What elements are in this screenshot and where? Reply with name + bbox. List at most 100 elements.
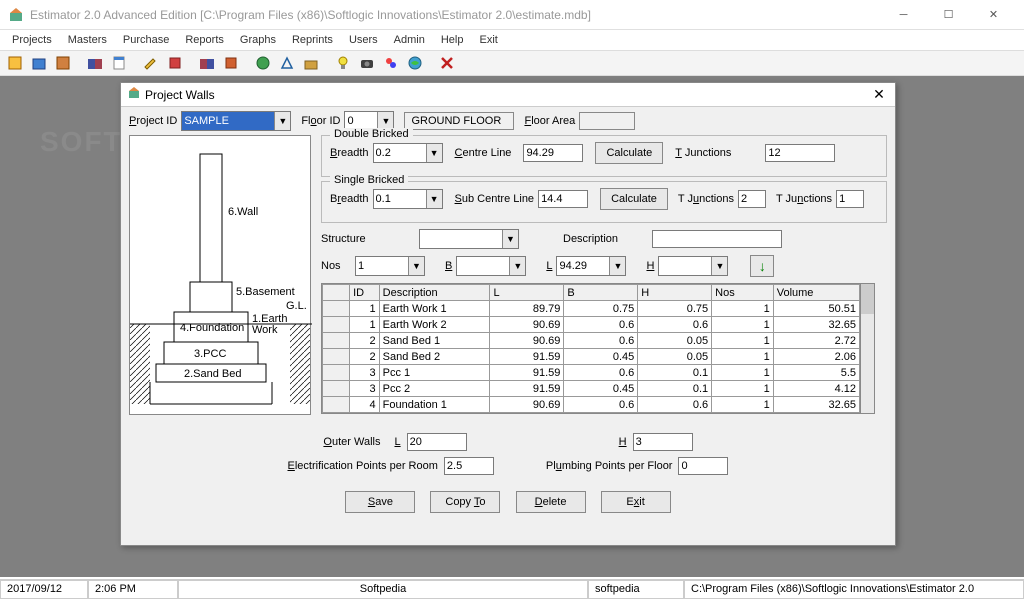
double-breadth-label: Breadth (330, 147, 369, 159)
floor-area-label: Floor Area (524, 115, 575, 127)
menu-exit[interactable]: Exit (471, 32, 505, 48)
tool-4[interactable] (84, 52, 106, 74)
project-id-dropdown-icon[interactable]: ▼ (274, 112, 290, 130)
chevron-down-icon[interactable]: ▼ (711, 257, 727, 275)
h-label: H (646, 260, 654, 272)
diagram-earth-label: 1.Earth Work (252, 314, 302, 336)
mdi-area: SOFTPEDIA Project Walls ✕ Project ID ▼ F… (0, 76, 1024, 577)
diagram-wall-label: 6.Wall (228, 206, 258, 218)
menubar: Projects Masters Purchase Reports Graphs… (0, 30, 1024, 50)
toolbar (0, 50, 1024, 76)
b-label: B (445, 260, 452, 272)
plumb-input[interactable] (678, 457, 728, 475)
tool-8[interactable] (196, 52, 218, 74)
menu-masters[interactable]: Masters (60, 32, 115, 48)
chevron-down-icon[interactable]: ▼ (408, 257, 424, 275)
diagram-pcc-label: 3.PCC (194, 348, 226, 360)
close-button[interactable]: ✕ (971, 1, 1016, 29)
project-id-input[interactable] (182, 112, 274, 130)
add-row-button[interactable]: ↓ (750, 255, 774, 277)
tool-11[interactable] (276, 52, 298, 74)
double-tjunc-input[interactable] (765, 144, 835, 162)
outer-walls-label: Outer Walls (323, 436, 380, 448)
project-walls-dialog: Project Walls ✕ Project ID ▼ Floor ID ▼ … (120, 82, 896, 546)
chevron-down-icon[interactable]: ▼ (426, 144, 442, 162)
nos-combo[interactable]: ▼ (355, 256, 425, 276)
project-id-combo[interactable]: ▼ (181, 111, 291, 131)
h-combo[interactable]: ▼ (658, 256, 728, 276)
tool-13[interactable] (332, 52, 354, 74)
tool-3[interactable] (52, 52, 74, 74)
double-bricked-group: Double Bricked Breadth ▼ Centre Line Cal… (321, 135, 887, 177)
plumb-label: Plumbing Points per Floor (546, 460, 673, 472)
status-path: C:\Program Files (x86)\Softlogic Innovat… (684, 580, 1024, 599)
double-legend: Double Bricked (330, 128, 413, 140)
outer-h-input[interactable] (633, 433, 693, 451)
menu-projects[interactable]: Projects (4, 32, 60, 48)
menu-admin[interactable]: Admin (386, 32, 433, 48)
single-legend: Single Bricked (330, 174, 408, 186)
tool-7[interactable] (164, 52, 186, 74)
single-sub-input[interactable] (538, 190, 588, 208)
status-org2: softpedia (588, 580, 684, 599)
tool-close[interactable] (436, 52, 458, 74)
status-org: Softpedia (178, 580, 588, 599)
tool-1[interactable] (4, 52, 26, 74)
tool-12[interactable] (300, 52, 322, 74)
single-tjunc1-input[interactable] (738, 190, 766, 208)
chevron-down-icon[interactable]: ▼ (426, 190, 442, 208)
menu-graphs[interactable]: Graphs (232, 32, 284, 48)
tool-2[interactable] (28, 52, 50, 74)
menu-reports[interactable]: Reports (177, 32, 232, 48)
single-breadth-label: Breadth (330, 193, 369, 205)
outer-l-input[interactable] (407, 433, 467, 451)
minimize-button[interactable]: ─ (881, 1, 926, 29)
l-label: L (546, 260, 552, 272)
single-bricked-group: Single Bricked Breadth ▼ Sub Centre Line… (321, 181, 887, 223)
chevron-down-icon[interactable]: ▼ (609, 257, 625, 275)
menu-users[interactable]: Users (341, 32, 386, 48)
l-combo[interactable]: ▼ (556, 256, 626, 276)
chevron-down-icon[interactable]: ▼ (502, 230, 518, 248)
description-input[interactable] (652, 230, 782, 248)
single-calculate-button[interactable]: Calculate (600, 188, 668, 210)
single-tjunc2-label: T Junctions (776, 193, 832, 205)
floor-name-display: GROUND FLOOR (404, 112, 514, 130)
tool-6[interactable] (140, 52, 162, 74)
copy-to-button[interactable]: Copy To (430, 491, 500, 513)
save-button[interactable]: Save (345, 491, 415, 513)
double-calculate-button[interactable]: Calculate (595, 142, 663, 164)
exit-button[interactable]: Exit (601, 491, 671, 513)
elec-input[interactable] (444, 457, 494, 475)
diagram-foundation-label: 4.Foundation (180, 322, 244, 334)
menu-help[interactable]: Help (433, 32, 472, 48)
tool-5[interactable] (108, 52, 130, 74)
dialog-close-button[interactable]: ✕ (869, 86, 889, 103)
double-tjunc-label: T Junctions (675, 147, 731, 159)
titlebar: Estimator 2.0 Advanced Edition [C:\Progr… (0, 0, 1024, 30)
double-centre-label: Centre Line (455, 147, 512, 159)
structure-grid[interactable]: IDDescriptionLBHNosVolume1Earth Work 189… (321, 283, 861, 414)
menu-reprints[interactable]: Reprints (284, 32, 341, 48)
b-combo[interactable]: ▼ (456, 256, 526, 276)
tool-9[interactable] (220, 52, 242, 74)
project-id-label: Project ID (129, 115, 177, 127)
double-breadth-combo[interactable]: ▼ (373, 143, 443, 163)
maximize-button[interactable]: ☐ (926, 1, 971, 29)
chevron-down-icon[interactable]: ▼ (509, 257, 525, 275)
tool-10[interactable] (252, 52, 274, 74)
structure-combo[interactable]: ▼ (419, 229, 519, 249)
menu-purchase[interactable]: Purchase (115, 32, 177, 48)
tool-15[interactable] (380, 52, 402, 74)
tool-14[interactable] (356, 52, 378, 74)
grid-scrollbar[interactable] (861, 283, 875, 414)
description-label: Description (563, 233, 618, 245)
status-date: 2017/09/12 (0, 580, 88, 599)
single-breadth-combo[interactable]: ▼ (373, 189, 443, 209)
delete-button[interactable]: Delete (516, 491, 586, 513)
status-time: 2:06 PM (88, 580, 178, 599)
double-centre-input[interactable] (523, 144, 583, 162)
tool-16[interactable] (404, 52, 426, 74)
statusbar: 2017/09/12 2:06 PM Softpedia softpedia C… (0, 579, 1024, 599)
single-tjunc2-input[interactable] (836, 190, 864, 208)
